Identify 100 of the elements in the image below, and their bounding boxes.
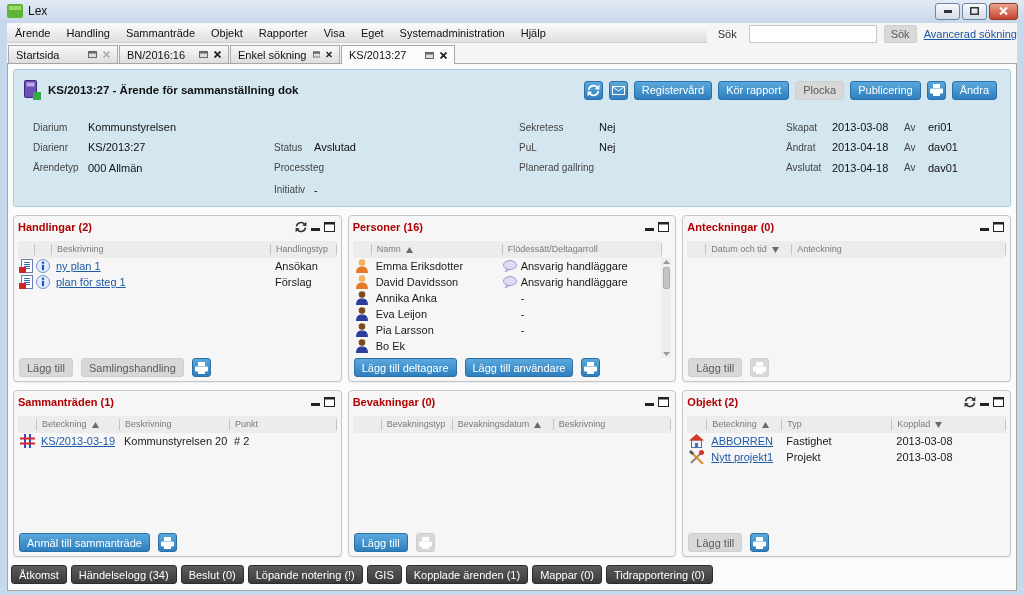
column-header[interactable]: Typ [781,419,892,430]
close-icon[interactable] [326,51,332,58]
table-cell: 2013-03-08 [896,451,953,463]
action-button[interactable]: Lägg till [353,533,408,552]
column-header[interactable]: Handlingstyp [270,244,337,255]
table-cell: - [520,308,525,320]
minimize-icon[interactable] [980,402,989,406]
column-header[interactable]: Beskrivning [119,419,229,430]
row-link[interactable]: ny plan 1 [56,260,101,272]
menu-item[interactable]: Sammanträde [117,27,203,39]
row-link[interactable]: ABBORREN [711,435,774,447]
maximize-icon[interactable] [993,397,1004,407]
action-button[interactable]: Kör rapport [718,80,790,100]
refresh-icon [586,83,600,97]
section-button[interactable]: Tidrapportering (0) [605,565,713,584]
window-icon[interactable] [312,51,321,58]
table-cell: - [520,292,525,304]
field-label: Planerad gallring [519,162,595,173]
action-button[interactable]: Ändra [951,80,997,100]
maximize-icon [970,7,979,15]
column-header[interactable]: Datum och tid [705,244,792,255]
menu-item[interactable]: Systemadministration [391,27,513,39]
section-button[interactable]: Beslut (0) [180,565,244,584]
column-header[interactable]: Kopplad [891,419,1006,430]
info-icon[interactable] [35,259,50,273]
action-button[interactable]: Lägg till användare [464,358,574,377]
minimize-icon[interactable] [310,227,320,231]
print-button[interactable] [581,358,601,377]
tab[interactable]: Startsida [8,45,118,63]
advanced-search-link[interactable]: Avancerad sökning [923,27,1017,40]
action-button[interactable]: Anmäl till sammanträde [19,533,150,552]
row-link[interactable]: Nytt projekt1 [711,451,774,463]
maximize-icon[interactable] [658,397,670,407]
column-header[interactable]: Namn [370,244,502,255]
person-icon [355,275,368,289]
menu-item[interactable]: Rapporter [250,27,316,39]
row-link[interactable]: KS/2013-03-19 [41,435,115,447]
window-icon[interactable] [199,51,208,58]
section-button[interactable]: GIS [366,565,402,584]
field-value: Nej [599,121,616,133]
refresh-button[interactable] [583,80,603,100]
print-button[interactable] [926,80,946,100]
print-button[interactable] [750,533,770,552]
menu-item[interactable]: Objekt [203,27,251,39]
column-header[interactable]: Beteckning [706,419,782,430]
field-value: KS/2013:27 [88,141,146,153]
menu-item[interactable]: Eget [352,27,392,39]
column-header[interactable]: Beteckning [36,419,119,430]
search-label: Sök [717,27,737,40]
action-button[interactable]: Lägg till deltagare [353,358,457,377]
field-label: Diarienr [33,141,68,153]
search-field[interactable] [748,24,877,43]
column-header[interactable]: Beskrivning [552,419,672,430]
section-button[interactable]: Händelselogg (34) [70,565,177,584]
section-button[interactable]: Åtkomst [11,565,67,584]
info-icon[interactable] [35,275,50,289]
minimize-icon[interactable] [310,402,320,406]
field-label: Av [904,121,916,133]
column-header[interactable]: Bevakningstyp [380,419,452,430]
column-header[interactable]: Anteckning [791,244,1006,255]
close-button[interactable] [989,2,1018,20]
tab[interactable]: KS/2013:27 [341,45,455,64]
action-button[interactable]: Registervård [633,80,713,100]
row-link[interactable]: plan för steg 1 [56,276,126,288]
close-icon[interactable] [440,51,447,59]
menu-item[interactable]: Hjälp [512,27,554,39]
column-header[interactable]: Punkt [229,419,337,430]
section-button[interactable]: Löpande notering (!) [247,565,363,584]
panel-title: Objekt (2) [687,396,739,408]
window-icon[interactable] [425,51,434,59]
minimize-icon[interactable] [645,227,655,231]
refresh-icon[interactable] [964,396,976,408]
print-button[interactable] [157,533,177,552]
menu-item[interactable]: Ärende [7,27,59,39]
menu-item[interactable]: Handling [58,27,118,39]
maximize-button[interactable] [962,2,987,20]
tab[interactable]: Enkel sökning [230,45,340,63]
minimize-icon[interactable] [980,227,989,231]
scroll-thumb[interactable] [662,267,670,289]
menu-item[interactable]: Visa [315,27,353,39]
tab[interactable]: BN/2016:16 [119,45,229,63]
refresh-icon[interactable] [294,221,307,233]
column-header[interactable]: Flödessätt/Deltagarroll [501,244,663,255]
section-button[interactable]: Kopplade ärenden (1) [405,565,529,584]
action-button[interactable]: Publicering [850,80,921,100]
window-icon[interactable] [88,51,97,58]
close-icon[interactable] [214,51,221,58]
maximize-icon[interactable] [323,222,335,232]
minimize-button[interactable] [935,2,960,20]
section-button[interactable]: Mappar (0) [532,565,602,584]
print-button[interactable] [191,358,211,377]
column-header[interactable]: Beskrivning [51,244,270,255]
maximize-icon[interactable] [658,222,670,232]
maximize-icon[interactable] [323,397,335,407]
mail-button[interactable] [608,80,628,100]
column-header[interactable]: Bevakningsdatum [451,419,553,430]
minimize-icon[interactable] [645,402,655,406]
maximize-icon[interactable] [993,222,1004,232]
scrollbar[interactable] [661,258,672,358]
table-cell: Annika Anka [375,292,437,304]
